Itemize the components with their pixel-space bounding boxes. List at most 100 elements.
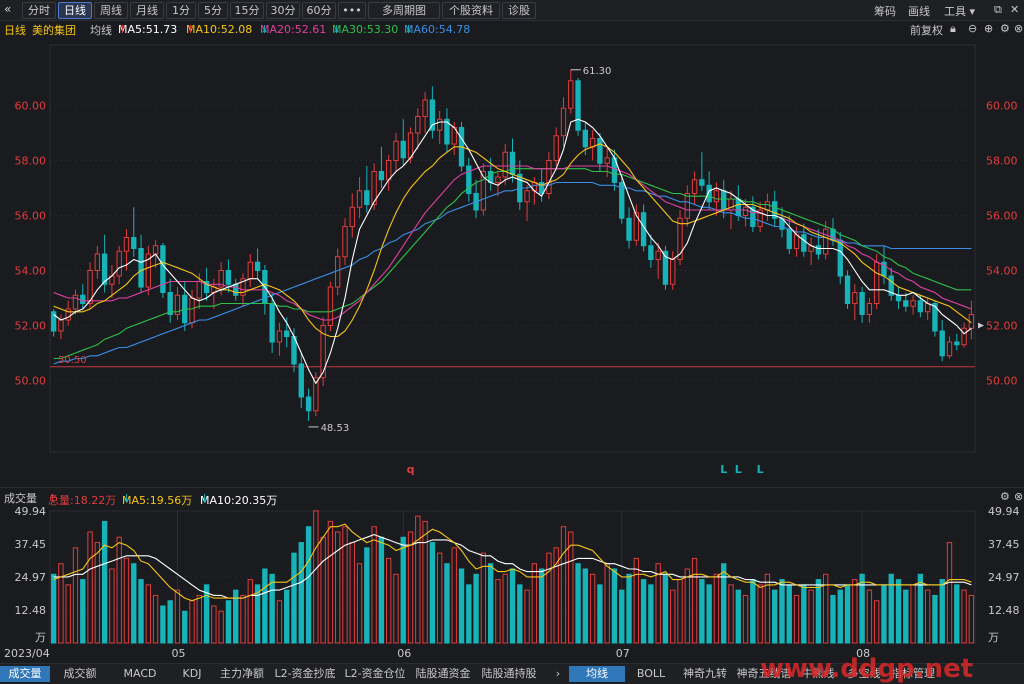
candle-body — [364, 190, 370, 205]
lock-icon[interactable]: 🔒︎ — [950, 22, 956, 36]
candle-body — [597, 138, 603, 164]
indicator-tab-4[interactable]: 主力净额 — [214, 666, 270, 682]
candle-body — [946, 341, 953, 357]
candles — [50, 69, 975, 421]
close-panel-icon[interactable]: ⊗ — [1014, 22, 1023, 35]
minus-icon[interactable]: ⊖ — [968, 22, 977, 35]
tab-3[interactable]: 月线 — [130, 2, 164, 19]
volume-bar — [313, 510, 319, 644]
draw-line-button[interactable]: 画线 — [908, 3, 930, 19]
indicator-tab-0[interactable]: 成交量 — [0, 666, 50, 682]
volume-bar — [903, 589, 909, 644]
back-icon[interactable]: « — [4, 2, 11, 16]
candle-body — [349, 206, 355, 227]
volume-bar — [954, 584, 960, 644]
volume-bar — [968, 594, 975, 644]
event-marker[interactable]: L — [735, 463, 742, 476]
volume-bar — [356, 563, 363, 644]
candle-body — [131, 237, 137, 249]
tab-7[interactable]: 30分 — [266, 2, 300, 19]
price-chart[interactable]: 60.00 60.00 58.00 58.00 56.00 56.00 54.00 54.00… — [0, 37, 1024, 487]
price-tick-left: 60.00 — [15, 100, 47, 113]
tab-2[interactable]: 周线 — [94, 2, 128, 19]
price-tick-left: 50.00 — [15, 375, 47, 388]
tab-0[interactable]: 分时 — [22, 2, 56, 19]
tab-8[interactable]: 60分 — [302, 2, 336, 19]
candle-body — [233, 283, 239, 296]
candle-body — [502, 151, 508, 178]
volume-bar — [436, 552, 443, 644]
event-markers: qLLLL财 — [407, 463, 764, 476]
volume-bar — [276, 600, 283, 644]
event-marker[interactable]: q — [407, 463, 415, 476]
volume-bar — [604, 563, 610, 644]
tools-button[interactable]: 工具 ▾ — [944, 3, 975, 19]
settings-icon[interactable]: ⚙ — [1000, 490, 1010, 503]
volume-bar — [575, 563, 581, 644]
overlay-tab-2[interactable]: 神奇九转 — [677, 666, 733, 682]
indicator-tab-8[interactable]: 陆股通持股 — [476, 666, 542, 682]
tab-4[interactable]: 1分 — [166, 2, 196, 19]
close-icon[interactable]: ✕ — [1010, 3, 1019, 16]
tab-1[interactable]: 日线 — [58, 2, 92, 19]
adjust-label[interactable]: 前复权 — [910, 22, 943, 38]
stock-name[interactable]: 美的集团 — [32, 22, 76, 38]
settings-icon[interactable]: ⚙ — [1000, 22, 1010, 35]
volume-bar — [65, 584, 71, 644]
close-panel-icon[interactable]: ⊗ — [1014, 490, 1023, 503]
volume-bar — [269, 573, 275, 644]
overlay-tab-0[interactable]: 均线 — [569, 666, 625, 682]
candle-body — [152, 245, 159, 255]
volume-bar — [546, 552, 552, 644]
ma-label[interactable]: 均线 — [90, 22, 112, 38]
volume-bar — [284, 589, 290, 644]
volume-bar — [458, 568, 465, 644]
reference-label: 50.50 — [58, 355, 87, 366]
chip-button[interactable]: 筹码 — [874, 3, 896, 19]
volume-bar — [196, 594, 202, 644]
overlay-tab-1[interactable]: BOLL — [625, 666, 677, 682]
plus-icon[interactable]: ⊕ — [984, 22, 993, 35]
tab-12[interactable]: 诊股 — [502, 2, 536, 19]
volume-bar — [298, 542, 304, 644]
volume-bar — [611, 568, 618, 644]
candle-body — [873, 261, 880, 304]
candle-body — [917, 300, 924, 313]
volume-bar — [451, 547, 457, 644]
event-marker[interactable]: L — [720, 463, 727, 476]
price-tick-right: 60.00 — [986, 100, 1018, 113]
volume-bar — [728, 584, 734, 644]
volume-bar — [830, 594, 836, 644]
volume-bar — [589, 573, 596, 644]
volume-bar — [385, 557, 392, 644]
indicator-tab-6[interactable]: L2-资金仓位 — [340, 666, 410, 682]
tab-9[interactable]: ••• — [338, 2, 366, 19]
volume-bar — [873, 600, 880, 644]
restore-icon[interactable]: ⧉ — [994, 3, 1002, 17]
volume-bar — [517, 584, 523, 644]
volume-chart[interactable]: 49.94 49.94 37.45 37.45 24.97 24.97 12.48 12.48… — [0, 503, 1024, 663]
volume-bar — [473, 573, 479, 644]
volume-bar — [837, 589, 843, 644]
indicator-tab-2[interactable]: MACD — [110, 666, 170, 682]
tab-11[interactable]: 个股资料 — [442, 2, 500, 19]
volume-bar — [852, 579, 858, 644]
event-marker[interactable]: L — [757, 463, 764, 476]
volume-bar — [87, 531, 93, 644]
volume-bar — [793, 594, 800, 644]
scroll-right-icon[interactable]: › — [552, 666, 564, 682]
volume-bar — [750, 579, 756, 644]
tab-6[interactable]: 15分 — [230, 2, 264, 19]
volume-bar — [131, 563, 137, 644]
candle-body — [94, 253, 101, 271]
candle-body — [939, 330, 945, 357]
volume-bar — [320, 536, 326, 644]
tab-5[interactable]: 5分 — [198, 2, 228, 19]
indicator-tab-1[interactable]: 成交额 — [50, 666, 110, 682]
indicator-tab-5[interactable]: L2-资金抄底 — [270, 666, 340, 682]
price-tick-right: 56.00 — [986, 210, 1018, 223]
tab-10[interactable]: 多周期图 — [368, 2, 440, 19]
indicator-tab-7[interactable]: 陆股通资金 — [410, 666, 476, 682]
candle-body — [123, 237, 130, 252]
indicator-tab-3[interactable]: KDJ — [170, 666, 214, 682]
